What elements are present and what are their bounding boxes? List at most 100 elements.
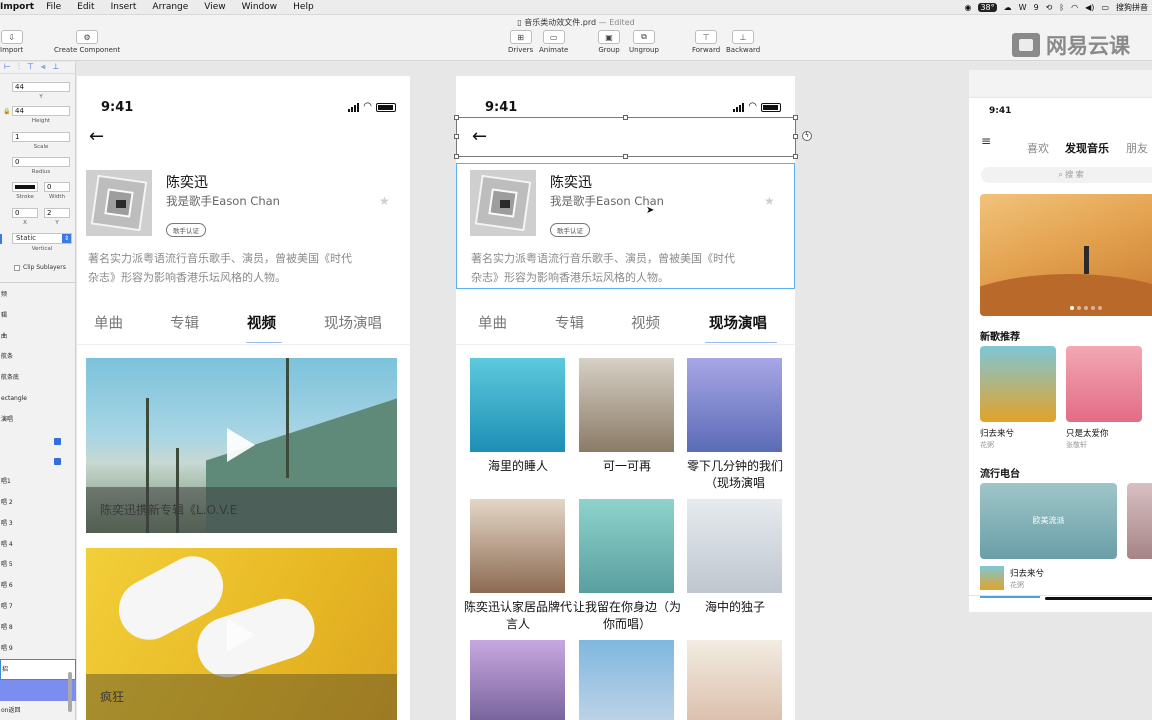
lock-icon[interactable]: [54, 458, 61, 466]
y-offset-field[interactable]: 2: [44, 208, 70, 218]
search-input[interactable]: ⌕ 搜 索: [981, 167, 1152, 183]
resize-handle[interactable]: [623, 154, 628, 159]
position-select[interactable]: Static ⇕: [12, 233, 72, 244]
song-card-2[interactable]: [1066, 346, 1142, 422]
resize-handle[interactable]: [454, 134, 459, 139]
tab-singles[interactable]: 单曲: [478, 312, 507, 333]
layer-item[interactable]: 唱 2: [0, 493, 76, 514]
align-top-icon[interactable]: ⊤: [27, 62, 34, 73]
group-button[interactable]: ▣ Group: [598, 30, 620, 54]
layer-item[interactable]: 唱 8: [0, 618, 76, 639]
layer-item[interactable]: 唱 6: [0, 576, 76, 597]
layer-item[interactable]: 频: [0, 285, 76, 306]
menu-window[interactable]: Window: [242, 2, 278, 12]
radio-card-2[interactable]: [1127, 483, 1152, 559]
menu-import[interactable]: Import: [0, 2, 34, 12]
artboard-video[interactable]: 9:41 ◠ ← 陈奕迅 我是歌手Eason Chan 歌手认证 ★ 著名实力派…: [77, 76, 410, 720]
bluetooth-icon[interactable]: ᛒ: [1059, 3, 1064, 12]
layer-item[interactable]: [0, 680, 76, 701]
video-card-2[interactable]: 疯狂: [86, 548, 397, 720]
tab-singles[interactable]: 单曲: [94, 312, 123, 333]
selection-box-navbar[interactable]: [456, 117, 796, 157]
favorite-star-icon[interactable]: ★: [379, 194, 390, 208]
tab-albums[interactable]: 专辑: [555, 312, 584, 333]
layer-item[interactable]: 唱 4: [0, 535, 76, 556]
live-thumbnail[interactable]: [579, 358, 674, 452]
live-thumbnail[interactable]: [579, 499, 674, 593]
width-field[interactable]: 0: [44, 182, 70, 192]
create-component-button[interactable]: ⚙ Create Component: [54, 30, 120, 54]
live-thumbnail[interactable]: [470, 640, 565, 720]
y-field[interactable]: 44: [12, 82, 70, 92]
app-status-9[interactable]: 9: [1034, 3, 1039, 12]
nav-like[interactable]: 喜欢: [1027, 140, 1049, 156]
layer-item[interactable]: 唱1: [0, 472, 76, 493]
back-arrow-icon[interactable]: ←: [89, 126, 104, 147]
layer-item[interactable]: 招: [0, 659, 76, 681]
radius-field[interactable]: 0: [12, 157, 70, 167]
record-icon[interactable]: ◉: [964, 3, 971, 12]
play-icon[interactable]: [227, 428, 255, 462]
volume-icon[interactable]: ◀): [1085, 3, 1094, 12]
tab-live[interactable]: 现场演唱: [324, 312, 382, 333]
tab-videos[interactable]: 视频: [247, 312, 276, 333]
resize-handle[interactable]: [793, 115, 798, 120]
align-middle-icon[interactable]: ⫷: [41, 62, 46, 73]
clip-sublayers-checkbox[interactable]: Clip Sublayers: [14, 264, 66, 271]
resize-handle[interactable]: [454, 154, 459, 159]
battery-icon[interactable]: ▭: [1101, 3, 1109, 12]
wifi-icon[interactable]: ◠: [1071, 3, 1078, 12]
nav-friends[interactable]: 朋友: [1126, 140, 1148, 156]
layer-item[interactable]: 航条底: [0, 368, 76, 389]
banner-image[interactable]: [980, 194, 1152, 316]
menu-file[interactable]: File: [46, 2, 61, 12]
song-card-1[interactable]: [980, 346, 1056, 422]
layer-item[interactable]: 航条: [0, 347, 76, 368]
menu-arrange[interactable]: Arrange: [152, 2, 188, 12]
forward-button[interactable]: ⊤ Forward: [692, 30, 720, 54]
live-thumbnail[interactable]: [687, 358, 782, 452]
resize-handle[interactable]: [454, 115, 459, 120]
scale-field[interactable]: 1: [12, 132, 70, 142]
layer-item[interactable]: 唱 5: [0, 555, 76, 576]
layer-item[interactable]: 唱 9: [0, 639, 76, 660]
layer-item[interactable]: 唱 7: [0, 597, 76, 618]
input-method[interactable]: 搜狗拼音: [1116, 2, 1148, 13]
menu-view[interactable]: View: [204, 2, 225, 12]
live-thumbnail[interactable]: [470, 358, 565, 452]
temperature[interactable]: 38°: [978, 3, 997, 12]
menu-insert[interactable]: Insert: [111, 2, 137, 12]
banner-pagination[interactable]: [1070, 306, 1102, 310]
resize-handle[interactable]: [793, 134, 798, 139]
tab-videos[interactable]: 视频: [631, 312, 660, 333]
app-status-w[interactable]: W: [1019, 3, 1027, 12]
artboard-discover[interactable]: 9:41 ≡ 喜欢 发现音乐 朋友 ⌕ 搜 索 新歌推荐 归去来兮 花粥 只是太…: [969, 70, 1152, 612]
backward-button[interactable]: ⊥ Backward: [726, 30, 760, 54]
menu-help[interactable]: Help: [293, 2, 314, 12]
resize-handle[interactable]: [793, 154, 798, 159]
layer-item[interactable]: ectangle: [0, 389, 76, 410]
menu-hamburger-icon[interactable]: ≡: [981, 134, 991, 148]
tab-albums[interactable]: 专辑: [170, 312, 199, 333]
align-bottom-icon[interactable]: ⊥: [52, 62, 59, 73]
radio-card[interactable]: 欧美流派: [980, 483, 1117, 559]
live-thumbnail[interactable]: [579, 640, 674, 720]
canvas[interactable]: 9:41 ◠ ← 陈奕迅 我是歌手Eason Chan 歌手认证 ★ 著名实力派…: [76, 62, 1152, 720]
live-thumbnail[interactable]: [687, 499, 782, 593]
layer-item[interactable]: on返回: [0, 701, 76, 720]
animate-button[interactable]: ▭ Animate: [539, 30, 568, 54]
lock-ratio-icon[interactable]: 🔒: [3, 108, 10, 115]
video-card-1[interactable]: 陈奕迅携新专辑《L.O.V.E: [86, 358, 397, 533]
play-icon[interactable]: [227, 618, 255, 652]
driver-bolt-icon[interactable]: ϟ: [802, 131, 812, 141]
ungroup-button[interactable]: ⧉ Ungroup: [629, 30, 659, 54]
weather-icon[interactable]: ☁: [1004, 3, 1012, 12]
menu-edit[interactable]: Edit: [77, 2, 94, 12]
history-icon[interactable]: ⟲: [1046, 3, 1053, 12]
mini-player-cover[interactable]: [980, 566, 1004, 590]
tab-live[interactable]: 现场演唱: [709, 312, 767, 333]
layer-item[interactable]: 辑: [0, 306, 76, 327]
align-center-icon[interactable]: ⫶: [18, 62, 20, 73]
layer-item[interactable]: [0, 431, 76, 452]
layer-item[interactable]: 演唱: [0, 410, 76, 431]
